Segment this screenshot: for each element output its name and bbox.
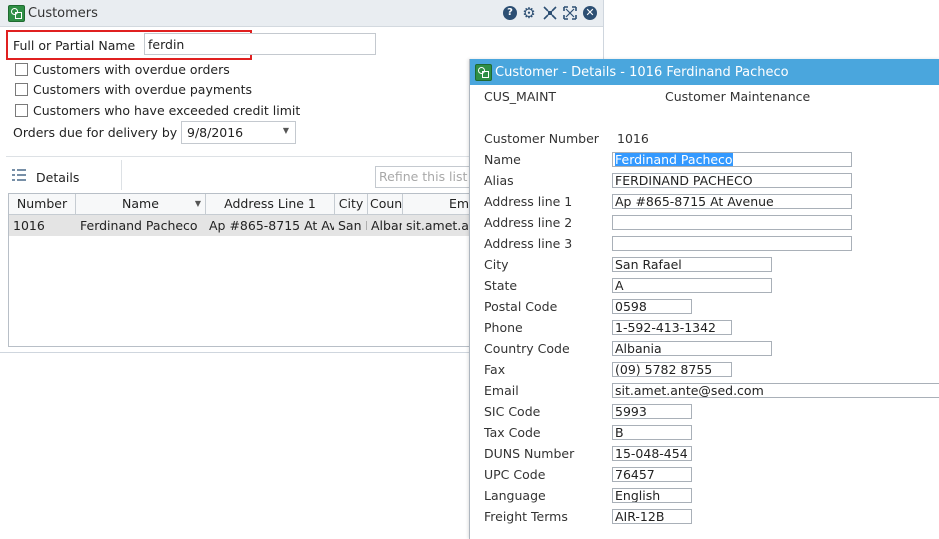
search-label: Full or Partial Name <box>13 38 136 53</box>
sort-arrow-icon: ▼ <box>194 199 201 208</box>
field-label-duns-number: DUNS Number <box>484 446 575 461</box>
customers-titlebar[interactable]: Customers ? ⚙ ✕ <box>0 0 603 27</box>
checkbox[interactable] <box>15 83 28 96</box>
field-label-tax-code: Tax Code <box>484 425 541 440</box>
language-field[interactable]: English <box>612 488 692 503</box>
toolbar-divider <box>121 160 122 190</box>
phone-field[interactable]: 1-592-413-1342 <box>612 320 732 335</box>
form-name: Customer Maintenance <box>665 89 811 104</box>
state-field[interactable]: A <box>612 278 772 293</box>
details-window-title: Customer - Details - 1016 Ferdinand Pach… <box>495 65 789 80</box>
cell-city: San Rafael <box>338 218 367 233</box>
help-icon[interactable]: ? <box>503 6 517 20</box>
customer-details-window: Customer - Details - 1016 Ferdinand Pach… <box>469 59 939 539</box>
field-label-postal-code: Postal Code <box>484 299 558 314</box>
upc-code-field[interactable]: 76457 <box>612 467 692 482</box>
shrink-icon[interactable] <box>543 6 557 20</box>
app-icon <box>8 5 25 22</box>
field-label-address1: Address line 1 <box>484 194 573 209</box>
chevron-down-icon[interactable]: ▼ <box>283 126 289 135</box>
cell-number: 1016 <box>13 218 45 233</box>
field-label-city: City <box>484 257 509 272</box>
name-field[interactable]: Ferdinand Pacheco <box>612 152 852 167</box>
field-label-address3: Address line 3 <box>484 236 573 251</box>
column-header-city[interactable]: City <box>335 194 368 214</box>
cell-address: Ap #865-8715 At Avenue <box>209 218 334 233</box>
field-label-name: Name <box>484 152 521 167</box>
postal-code-field[interactable]: 0598 <box>612 299 692 314</box>
close-icon[interactable]: ✕ <box>583 6 597 20</box>
column-header-label: Address Line 1 <box>224 196 316 211</box>
name-field-value: Ferdinand Pacheco <box>615 152 733 167</box>
filter-label: Customers who have exceeded credit limit <box>33 103 301 118</box>
customers-title: Customers <box>28 6 98 21</box>
filter-label: Customers with overdue orders <box>33 62 230 77</box>
app-icon <box>475 64 492 81</box>
column-header-name[interactable]: Name ▼ <box>76 194 206 214</box>
cell-country: Albania <box>371 218 402 233</box>
field-label-language: Language <box>484 488 546 503</box>
details-titlebar[interactable]: Customer - Details - 1016 Ferdinand Pach… <box>470 59 939 85</box>
field-label-freight-terms: Freight Terms <box>484 509 568 524</box>
cell-name: Ferdinand Pacheco <box>80 218 198 233</box>
customers-grid: Number Name ▼ Address Line 1 City Country… <box>8 193 476 347</box>
checkbox[interactable] <box>15 104 28 117</box>
checkbox[interactable] <box>15 63 28 76</box>
fax-field[interactable]: (09) 5782 8755 <box>612 362 732 377</box>
orders-due-label: Orders due for delivery by <box>13 125 178 140</box>
column-header-label: Name <box>122 196 159 211</box>
field-label-fax: Fax <box>484 362 506 377</box>
field-label-email: Email <box>484 383 519 398</box>
details-label[interactable]: Details <box>36 170 79 185</box>
column-header-label: City <box>338 196 364 211</box>
search-input[interactable] <box>144 33 376 55</box>
column-header-country[interactable]: Country <box>368 194 403 214</box>
column-header-label: Country <box>370 196 403 211</box>
filter-label: Customers with overdue payments <box>33 82 253 97</box>
field-label-state: State <box>484 278 518 293</box>
country-code-field[interactable]: Albania <box>612 341 772 356</box>
customer-number-value: 1016 <box>617 131 649 146</box>
field-label-address2: Address line 2 <box>484 215 573 230</box>
gear-icon[interactable]: ⚙ <box>522 6 536 21</box>
field-label-sic-code: SIC Code <box>484 404 541 419</box>
refine-list-input[interactable]: Refine this list <box>375 166 473 188</box>
tax-code-field[interactable]: B <box>612 425 692 440</box>
grid-header: Number Name ▼ Address Line 1 City Country… <box>9 194 475 215</box>
field-label-alias: Alias <box>484 173 514 188</box>
email-field[interactable]: sit.amet.ante@sed.com <box>612 383 939 398</box>
list-details-icon[interactable] <box>12 169 26 181</box>
table-row[interactable]: 1016 Ferdinand Pacheco Ap #865-8715 At A… <box>9 215 475 236</box>
freight-terms-field[interactable]: AIR-12B <box>612 509 692 524</box>
customer-number-label: Customer Number <box>484 131 599 146</box>
duns-number-field[interactable]: 15-048-454 <box>612 446 692 461</box>
column-header-address[interactable]: Address Line 1 <box>206 194 335 214</box>
address-line-1-field[interactable]: Ap #865-8715 At Avenue <box>612 194 852 209</box>
field-label-phone: Phone <box>484 320 523 335</box>
cell-email: sit.amet.ante@sed.com <box>406 218 475 233</box>
alias-field[interactable]: FERDINAND PACHECO <box>612 173 852 188</box>
city-field[interactable]: San Rafael <box>612 257 772 272</box>
expand-icon[interactable] <box>563 6 577 20</box>
orders-due-date-select[interactable]: 9/8/2016 ▼ <box>181 121 296 144</box>
address-line-3-field[interactable] <box>612 236 852 251</box>
address-line-2-field[interactable] <box>612 215 852 230</box>
column-header-email[interactable]: Email <box>403 194 475 214</box>
column-header-label: Number <box>16 196 68 211</box>
form-code: CUS_MAINT <box>484 89 557 104</box>
field-label-country-code: Country Code <box>484 341 570 356</box>
orders-due-date-value: 9/8/2016 <box>187 125 244 140</box>
field-label-upc-code: UPC Code <box>484 467 546 482</box>
column-header-number[interactable]: Number <box>9 194 76 214</box>
sic-code-field[interactable]: 5993 <box>612 404 692 419</box>
